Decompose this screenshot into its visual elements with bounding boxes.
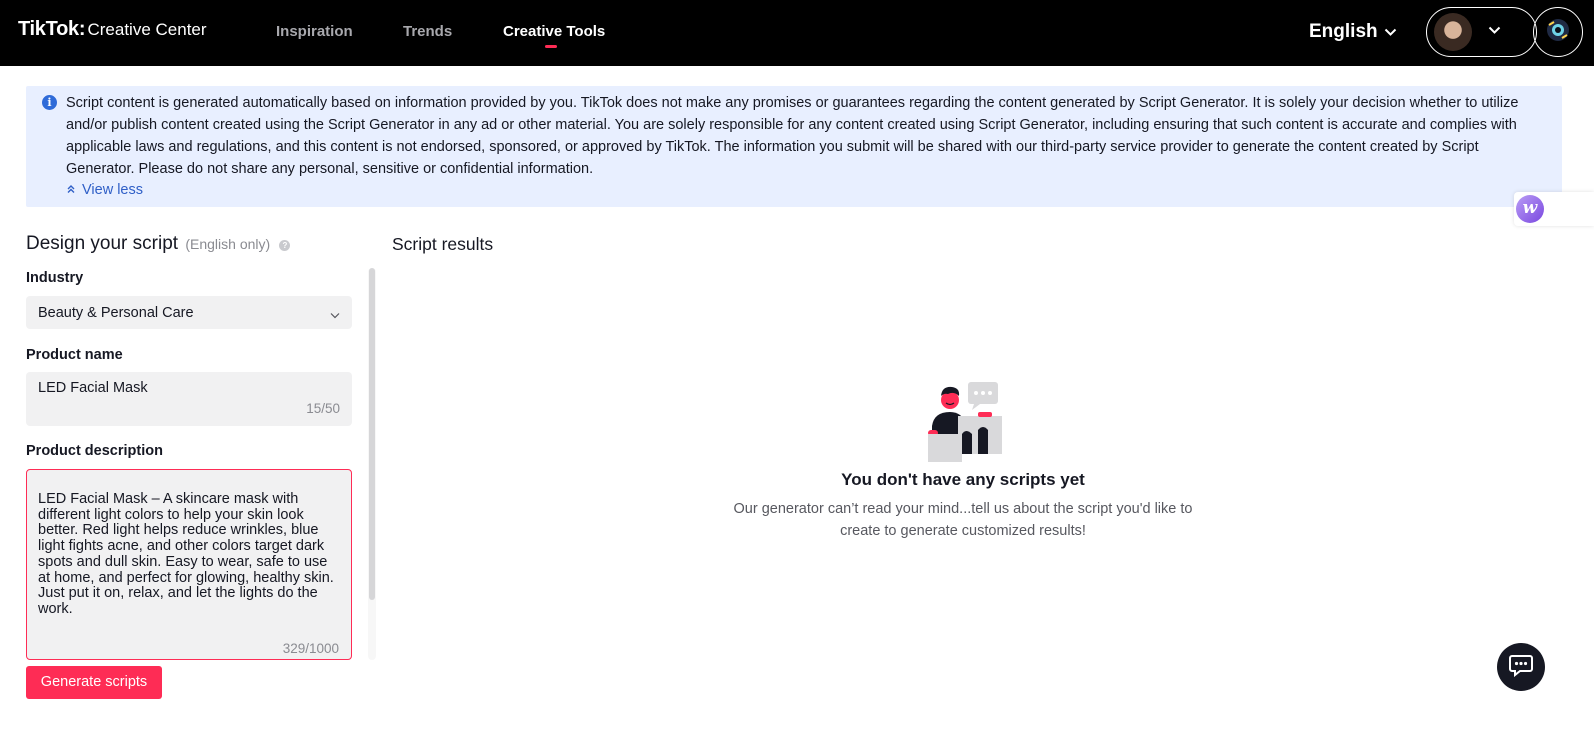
product-name-label: Product name	[26, 347, 123, 363]
chat-bubble-icon	[1508, 653, 1534, 682]
product-name-input[interactable]: LED Facial Mask 15/50	[26, 372, 352, 426]
nav-inspiration[interactable]: Inspiration	[276, 23, 353, 40]
empty-state-description: Our generator can’t read your mind...tel…	[733, 501, 1193, 539]
logo-brand: TikTok	[18, 18, 79, 40]
view-less-label: View less	[82, 182, 143, 198]
camera-app-icon	[1545, 17, 1571, 48]
industry-select[interactable]: Beauty & Personal Care	[26, 296, 352, 329]
product-description-label: Product description	[26, 443, 163, 459]
chevron-down-icon	[1384, 21, 1397, 43]
assistant-logo-icon: w	[1516, 195, 1544, 223]
nav-trends[interactable]: Trends	[403, 23, 452, 40]
logo-sub: Creative Center	[87, 20, 207, 39]
industry-label: Industry	[26, 270, 84, 286]
script-results-heading: Script results	[392, 234, 494, 254]
disclaimer-text: Script content is generated automaticall…	[66, 95, 1519, 177]
help-icon[interactable]: ?	[279, 240, 291, 251]
account-menu[interactable]	[1426, 7, 1537, 57]
top-nav-bar: TikTok: Creative Center Inspiration Trend…	[0, 0, 1594, 66]
language-selector[interactable]: English	[1309, 21, 1397, 43]
chevron-down-icon	[330, 307, 340, 323]
active-nav-indicator	[545, 45, 557, 48]
product-description-counter: 329/1000	[282, 641, 339, 657]
empty-state-title: You don't have any scripts yet	[841, 470, 1085, 489]
double-chevron-up-icon	[66, 182, 76, 198]
tiktok-creative-center-logo[interactable]: TikTok: Creative Center	[18, 18, 207, 41]
view-less-link[interactable]: View less	[66, 182, 143, 198]
avatar	[1434, 13, 1472, 51]
empty-state-illustration	[920, 378, 1008, 464]
disclaimer-banner: i Script content is generated automatica…	[26, 86, 1562, 207]
product-description-textarea[interactable]: LED Facial Mask – A skincare mask with d…	[26, 469, 352, 660]
chat-support-button[interactable]	[1497, 643, 1545, 691]
nav-creative-tools[interactable]: Creative Tools	[503, 23, 605, 40]
design-script-heading: Design your script (English only) ?	[26, 233, 291, 255]
industry-value: Beauty & Personal Care	[38, 305, 194, 321]
language-label: English	[1309, 21, 1378, 42]
product-description-value: LED Facial Mask – A skincare mask with d…	[38, 491, 334, 617]
english-only-hint: (English only)	[185, 236, 271, 252]
info-icon: i	[42, 95, 57, 110]
chevron-down-icon	[1488, 22, 1501, 40]
form-scrollbar-thumb[interactable]	[369, 268, 375, 600]
assistant-side-widget[interactable]: w	[1514, 192, 1594, 226]
product-name-counter: 15/50	[306, 401, 340, 416]
generate-scripts-button[interactable]: Generate scripts	[26, 666, 162, 699]
app-switcher-button[interactable]	[1533, 7, 1583, 57]
product-name-value: LED Facial Mask	[38, 380, 148, 396]
design-title-text: Design your script	[26, 233, 179, 254]
